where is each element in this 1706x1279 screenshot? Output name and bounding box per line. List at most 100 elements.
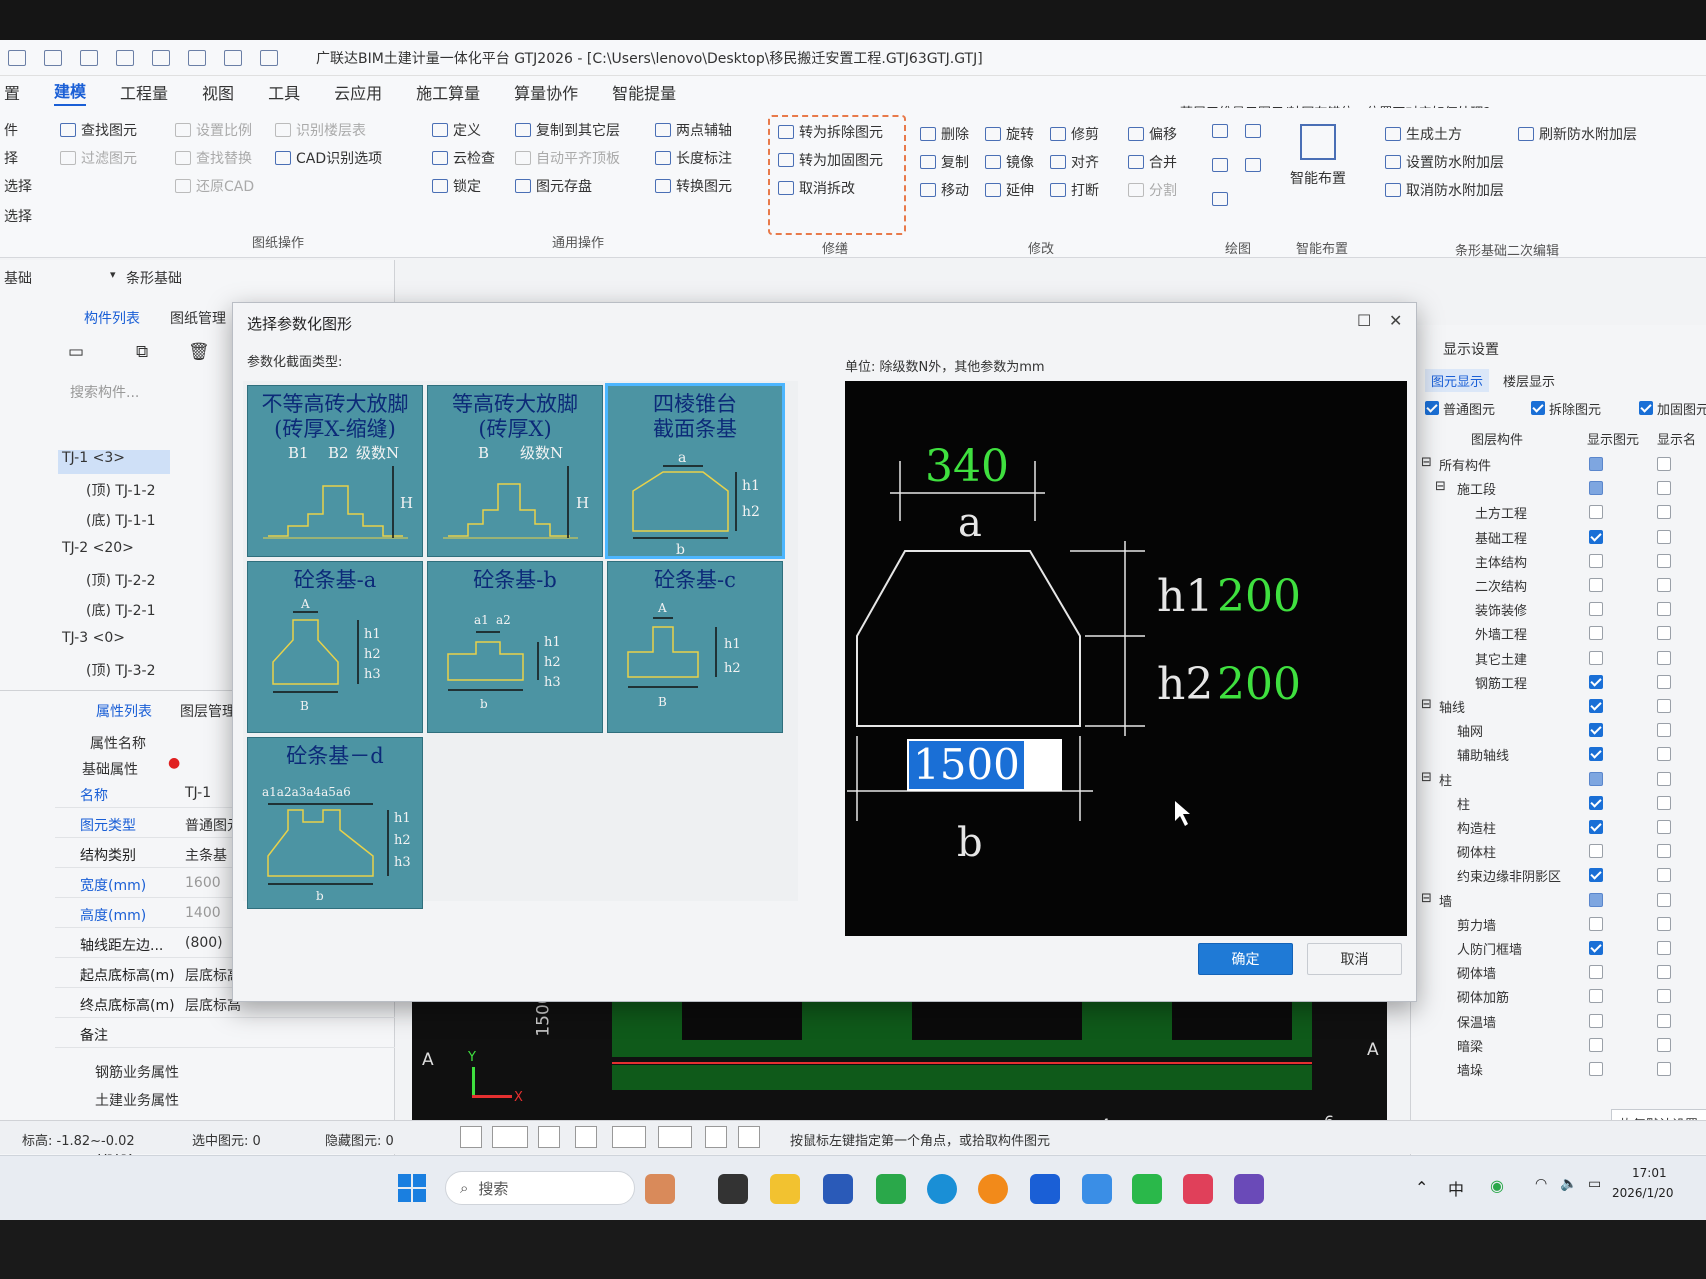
copy-button[interactable]: 复制	[920, 152, 969, 172]
tree-item[interactable]: (顶) TJ-3-2	[86, 660, 155, 680]
two-point-axis-button[interactable]: 两点辅轴	[655, 120, 732, 140]
show-element-checkbox[interactable]	[1589, 505, 1603, 520]
angle-toggle-icon[interactable]	[612, 1126, 646, 1148]
close-icon[interactable]: ✕	[1389, 311, 1402, 330]
lenovo-icon[interactable]	[1030, 1174, 1060, 1204]
draw-rect-button[interactable]	[1245, 158, 1261, 172]
cancel-button[interactable]: 取消	[1307, 943, 1402, 975]
auto-align-button[interactable]: 自动平齐顶板	[515, 148, 620, 168]
h1-value[interactable]: 200	[1217, 571, 1301, 622]
clock-date[interactable]: 2026/1/20	[1612, 1186, 1674, 1200]
collapse-icon[interactable]: ⊟	[1421, 770, 1432, 785]
edge-icon[interactable]	[927, 1174, 957, 1204]
show-element-checkbox[interactable]	[1589, 1062, 1603, 1076]
split-button[interactable]: 分割	[1128, 180, 1177, 200]
show-name-checkbox[interactable]	[1657, 747, 1671, 762]
component-search[interactable]: 搜索构件...	[70, 382, 139, 402]
filter-demolish-checkbox[interactable]	[1531, 401, 1545, 415]
tile-concrete-b[interactable]: 砼条基-b a1 a2 h1 h2 h3 b	[427, 561, 603, 733]
show-name-checkbox[interactable]	[1657, 965, 1671, 980]
show-element-checkbox[interactable]	[1589, 529, 1603, 544]
show-element-checkbox[interactable]	[1589, 965, 1603, 980]
browser-icon[interactable]	[978, 1174, 1008, 1204]
show-name-checkbox[interactable]	[1657, 844, 1671, 859]
menu-cut[interactable]: 置	[4, 80, 20, 104]
merge-button[interactable]: 合并	[1128, 152, 1177, 172]
group-modify[interactable]: 修改	[1028, 238, 1054, 257]
show-name-checkbox[interactable]	[1657, 1037, 1671, 1052]
collapse-icon[interactable]: ⊟	[1421, 697, 1432, 712]
refresh-waterproof-button[interactable]: 刷新防水附加层	[1518, 124, 1637, 144]
collapse-icon[interactable]: ⊟	[1435, 479, 1446, 494]
property-value[interactable]: 主条基	[185, 845, 227, 865]
show-name-checkbox[interactable]	[1657, 916, 1671, 931]
store-icon[interactable]	[823, 1174, 853, 1204]
tree-item[interactable]: (顶) TJ-2-2	[86, 570, 155, 590]
tab-layer-manage[interactable]: 图层管理	[180, 701, 236, 721]
ribbon-cut-1[interactable]: 件	[4, 120, 18, 140]
save-icon[interactable]	[44, 49, 62, 66]
generate-earthwork-button[interactable]: 生成土方	[1385, 124, 1462, 144]
mail-icon[interactable]	[876, 1174, 906, 1204]
property-group[interactable]: 钢筋业务属性	[95, 1062, 179, 1082]
show-name-checkbox[interactable]	[1657, 699, 1671, 713]
show-name-checkbox[interactable]	[1657, 481, 1671, 496]
show-name-checkbox[interactable]	[1657, 795, 1671, 810]
tile-unequal-brick[interactable]: 不等高砖大放脚 (砖厚X-缩缝) B1 B2 级数N H	[247, 385, 423, 557]
menu-collaboration[interactable]: 算量协作	[514, 80, 578, 104]
new-component-icon[interactable]: ▭	[68, 342, 84, 362]
show-element-checkbox[interactable]	[1589, 481, 1603, 496]
clock-time[interactable]: 17:01	[1632, 1166, 1667, 1180]
save-element-button[interactable]: 图元存盘	[515, 176, 592, 196]
tree-group[interactable]: TJ-1 <3>	[62, 450, 125, 466]
set-waterproof-button[interactable]: 设置防水附加层	[1385, 152, 1504, 172]
wechat-icon[interactable]	[1132, 1174, 1162, 1204]
show-name-checkbox[interactable]	[1657, 771, 1671, 786]
show-element-checkbox[interactable]	[1589, 578, 1603, 592]
tab-component-list[interactable]: 构件列表	[84, 308, 140, 328]
show-name-checkbox[interactable]	[1657, 989, 1671, 1004]
show-name-checkbox[interactable]	[1657, 868, 1671, 883]
menu-smart[interactable]: 智能提量	[612, 80, 676, 104]
set-scale-button[interactable]: 设置比例	[175, 120, 252, 140]
tab-drawing-manage[interactable]: 图纸管理	[170, 308, 226, 328]
toolbar-icon-4[interactable]	[260, 49, 278, 66]
show-element-checkbox[interactable]	[1589, 916, 1603, 931]
ribbon-cut-4[interactable]: 选择	[4, 206, 32, 226]
cloud-check-button[interactable]: 云检查	[432, 148, 495, 168]
show-name-checkbox[interactable]	[1657, 457, 1671, 471]
move-button[interactable]: 移动	[920, 180, 969, 200]
show-element-checkbox[interactable]	[1589, 650, 1603, 665]
draw-line-button[interactable]	[1212, 158, 1228, 172]
tree-item[interactable]: (底) TJ-1-1	[86, 510, 155, 530]
menu-view[interactable]: 视图	[202, 80, 234, 104]
b-value-input[interactable]: 1500	[907, 739, 1062, 791]
cross-toggle-icon[interactable]	[575, 1126, 597, 1148]
property-value[interactable]: (800)	[185, 935, 223, 951]
h2-value[interactable]: 200	[1217, 659, 1301, 710]
delete-button[interactable]: 删除	[920, 124, 969, 144]
copy-component-icon[interactable]: ⧉	[136, 342, 148, 362]
tab-floor-display[interactable]: 楼层显示	[1497, 369, 1561, 392]
windows-start-icon[interactable]	[398, 1174, 426, 1202]
chevron-up-icon[interactable]: ⌃	[1415, 1178, 1428, 1197]
ribbon-cut-2[interactable]: 择	[4, 148, 18, 168]
smart-layout-button[interactable]: 智能布置	[1290, 124, 1346, 188]
show-name-checkbox[interactable]	[1657, 505, 1671, 520]
show-element-checkbox[interactable]	[1589, 1013, 1603, 1028]
tile-concrete-c[interactable]: 砼条基-c A h1 h2 B	[607, 561, 783, 733]
show-name-checkbox[interactable]	[1657, 529, 1671, 544]
tab-element-display[interactable]: 图元显示	[1425, 369, 1490, 392]
show-element-checkbox[interactable]	[1589, 674, 1603, 689]
mirror-button[interactable]: 镜像	[985, 152, 1034, 172]
show-name-checkbox[interactable]	[1657, 941, 1671, 955]
show-name-checkbox[interactable]	[1657, 650, 1671, 665]
show-element-checkbox[interactable]	[1589, 941, 1603, 955]
battery-icon[interactable]: ▭	[1588, 1176, 1601, 1192]
toolbar-icon-3[interactable]	[224, 49, 242, 66]
restore-cad-button[interactable]: 还原CAD	[175, 176, 254, 196]
show-name-checkbox[interactable]	[1657, 1062, 1671, 1076]
show-name-checkbox[interactable]	[1657, 892, 1671, 907]
show-element-checkbox[interactable]	[1589, 626, 1603, 641]
a-value[interactable]: 340	[925, 441, 1009, 492]
